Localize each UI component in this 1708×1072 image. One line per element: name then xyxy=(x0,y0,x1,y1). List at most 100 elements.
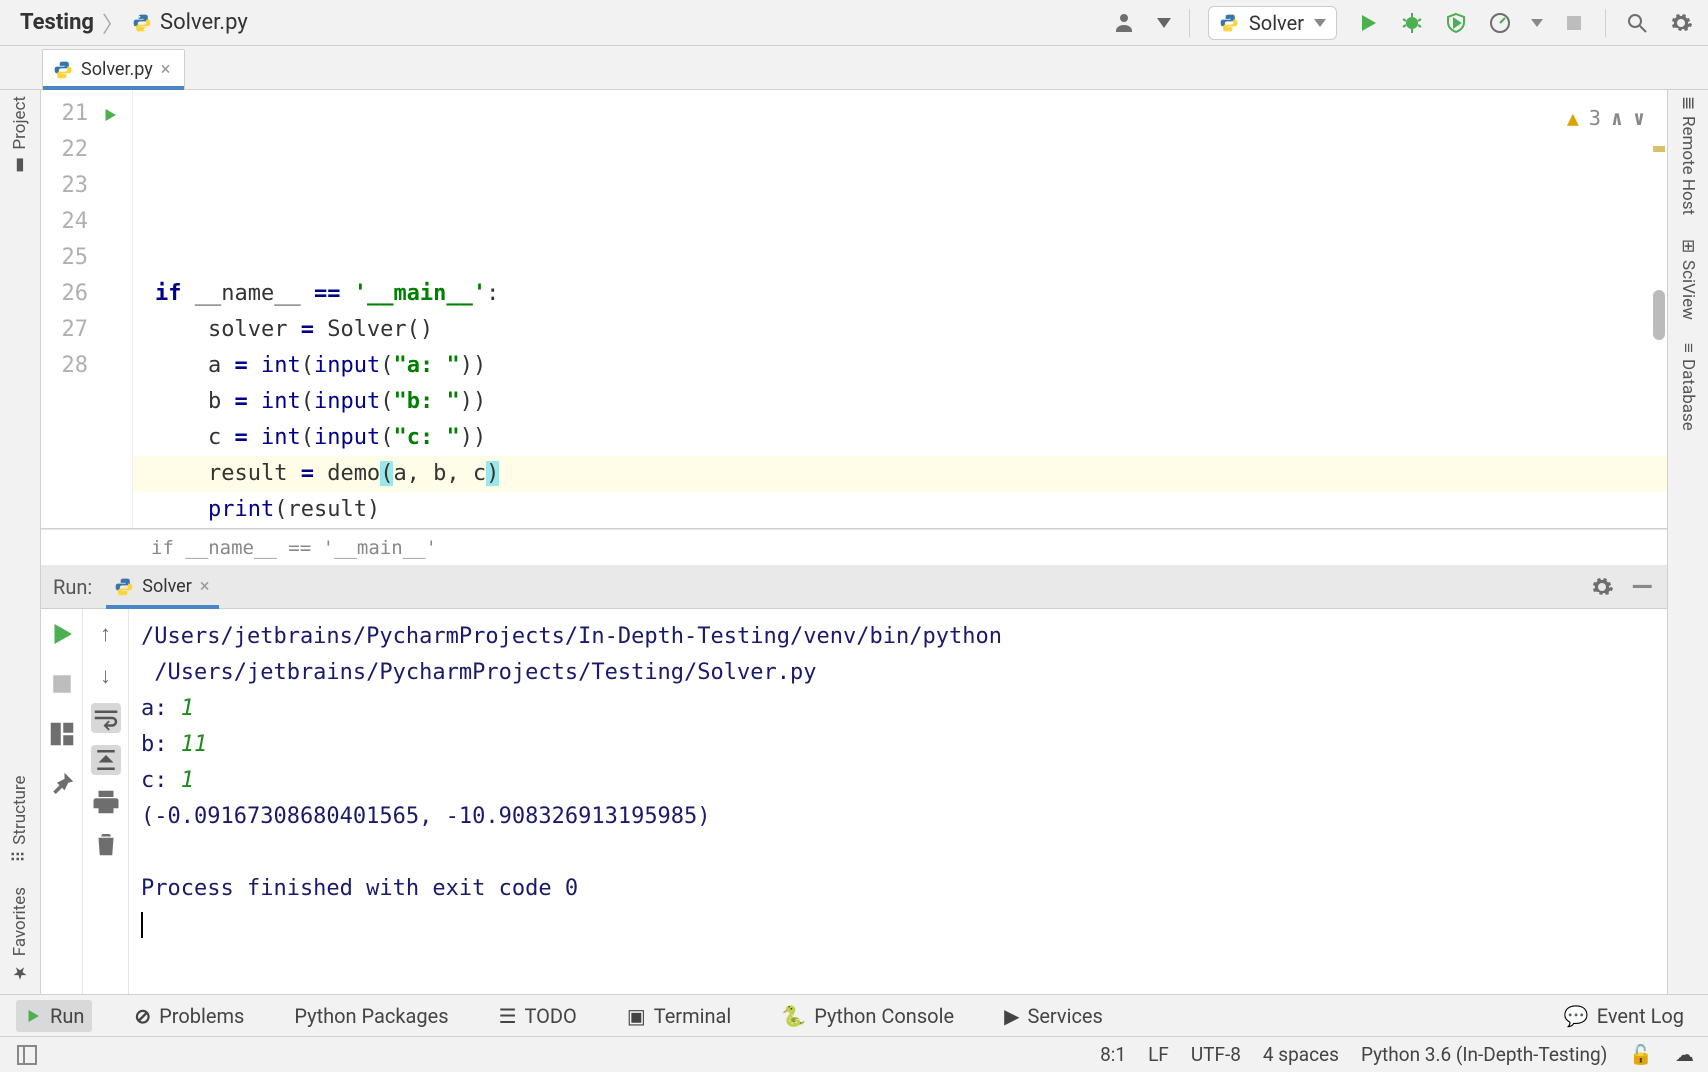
console-a-label: a: xyxy=(141,696,181,721)
gutter-line-number[interactable]: 27 xyxy=(41,312,88,348)
separator xyxy=(1605,9,1606,37)
print-button[interactable] xyxy=(91,787,121,817)
layout-button[interactable] xyxy=(47,719,77,749)
inspections-widget[interactable]: ▲ 3 ∧ ∨ xyxy=(1567,100,1645,136)
sciview-tool-button[interactable]: ⊞ SciView xyxy=(1678,239,1698,319)
settings-button[interactable] xyxy=(1668,10,1694,36)
problems-toolwindow-button[interactable]: ⊘Problems xyxy=(126,1000,252,1032)
gutter-line-number[interactable]: 25 xyxy=(41,240,88,276)
run-settings-button[interactable] xyxy=(1589,574,1615,600)
code-line[interactable]: c = int(input("c: ")) xyxy=(155,420,1667,456)
code-editor[interactable]: 2122232425262728 ▲ 3 ∧ ∨ if __name__ == … xyxy=(41,90,1667,529)
console-c-label: c: xyxy=(141,768,181,793)
terminal-toolwindow-button[interactable]: ▣Terminal xyxy=(619,1000,739,1032)
breadcrumbs-bar[interactable]: if __name__ == '__main__' xyxy=(41,529,1667,565)
python-icon: 🐍 xyxy=(781,1004,806,1028)
gutter-line-number[interactable]: 21 xyxy=(41,96,88,132)
scroll-to-end-button[interactable] xyxy=(91,745,121,775)
indent-settings[interactable]: 4 spaces xyxy=(1263,1043,1339,1066)
code-line[interactable]: print(result) xyxy=(155,492,1667,528)
line-separator[interactable]: LF xyxy=(1148,1043,1169,1066)
search-everywhere-button[interactable] xyxy=(1624,10,1650,36)
prev-highlight-icon[interactable]: ∧ xyxy=(1611,100,1623,136)
run-panel-tab[interactable]: Solver × xyxy=(106,567,219,607)
run-toolwindow-button[interactable]: Run xyxy=(16,1000,92,1032)
run-panel-header: Run: Solver × — xyxy=(41,565,1667,609)
editor-tab-solver[interactable]: Solver.py × xyxy=(42,49,185,89)
ide-status-icon[interactable]: ☁ xyxy=(1675,1043,1694,1066)
code-line[interactable]: if __name__ == '__main__': xyxy=(155,276,1667,312)
code-line[interactable]: a = int(input("a: ")) xyxy=(155,348,1667,384)
coverage-button[interactable] xyxy=(1443,10,1469,36)
run-line-icon[interactable] xyxy=(101,100,119,136)
problems-icon: ⊘ xyxy=(134,1004,151,1028)
caret-position[interactable]: 8:1 xyxy=(1100,1043,1126,1066)
event-log-icon: 💬 xyxy=(1564,1004,1589,1028)
event-log-toolwindow-button[interactable]: 💬 Event Log xyxy=(1556,1000,1692,1032)
scroll-down-button[interactable]: ↓ xyxy=(91,661,121,691)
breadcrumb-project[interactable]: Testing xyxy=(20,10,94,35)
code-crumb[interactable]: if __name__ == '__main__' xyxy=(151,537,437,559)
debug-button[interactable] xyxy=(1399,10,1425,36)
todo-icon: ☰ xyxy=(499,1004,517,1028)
services-toolwindow-button[interactable]: ▶Services xyxy=(996,1000,1111,1032)
remote-host-tool-button[interactable]: ≣ Remote Host xyxy=(1678,96,1698,215)
rerun-button[interactable] xyxy=(47,619,77,649)
user-dropdown-icon[interactable] xyxy=(1157,18,1171,28)
gutter-line-number[interactable]: 22 xyxy=(41,132,88,168)
profile-button[interactable] xyxy=(1487,10,1513,36)
console-a-val: 1 xyxy=(181,696,194,721)
close-tab-icon[interactable]: × xyxy=(161,59,171,80)
toolwindows-quick-access-icon[interactable] xyxy=(14,1042,40,1068)
console-c-val: 1 xyxy=(181,768,194,793)
gutter[interactable]: 2122232425262728 xyxy=(41,90,133,528)
read-only-toggle-icon[interactable]: 🔓 xyxy=(1629,1043,1653,1066)
scroll-up-button[interactable]: ↑ xyxy=(91,619,121,649)
tab-active-indicator xyxy=(106,605,219,609)
code-line[interactable]: result = demo(a, b, c) xyxy=(155,456,1667,492)
right-tool-rail: ≣ Remote Host ⊞ SciView ≡ Database xyxy=(1667,90,1708,994)
project-tool-button[interactable]: ▮ Project xyxy=(10,96,30,176)
run-panel-tab-label: Solver xyxy=(142,576,192,597)
services-icon: ▶ xyxy=(1004,1004,1019,1028)
gutter-line-number[interactable]: 24 xyxy=(41,204,88,240)
console-result: (-0.09167308680401565, -10.9083269131959… xyxy=(141,804,711,829)
soft-wrap-button[interactable] xyxy=(91,703,121,733)
close-run-tab-icon[interactable]: × xyxy=(200,576,210,597)
console-exit: Process finished with exit code 0 xyxy=(141,876,578,901)
gutter-line-number[interactable]: 26 xyxy=(41,276,88,312)
run-panel-title: Run: xyxy=(53,575,92,599)
database-tool-button[interactable]: ≡ Database xyxy=(1678,343,1698,431)
run-tw-label: Run xyxy=(50,1004,84,1028)
eventlog-tw-label: Event Log xyxy=(1597,1004,1684,1028)
gutter-line-number[interactable]: 28 xyxy=(41,348,88,384)
breadcrumb[interactable]: Testing 〉 Solver.py xyxy=(20,7,248,39)
project-tool-label: Project xyxy=(10,96,30,150)
console-cmd-line1: /Users/jetbrains/PycharmProjects/In-Dept… xyxy=(141,624,1002,649)
code-line[interactable]: b = int(input("b: ")) xyxy=(155,384,1667,420)
breadcrumb-file[interactable]: Solver.py xyxy=(160,10,248,35)
pin-button[interactable] xyxy=(47,769,77,799)
console-actions-column: ↑ ↓ xyxy=(83,609,129,994)
file-encoding[interactable]: UTF-8 xyxy=(1191,1043,1241,1066)
navigation-bar: Testing 〉 Solver.py Solver xyxy=(0,0,1708,46)
next-highlight-icon[interactable]: ∨ xyxy=(1633,100,1645,136)
run-button[interactable] xyxy=(1355,10,1381,36)
python-console-toolwindow-button[interactable]: 🐍Python Console xyxy=(773,1000,962,1032)
favorites-tool-button[interactable]: ★ Favorites xyxy=(10,887,30,982)
more-run-dropdown-icon[interactable] xyxy=(1531,19,1543,27)
python-packages-toolwindow-button[interactable]: Python Packages xyxy=(286,1000,456,1032)
structure-tool-button[interactable]: ⠿ Structure xyxy=(10,775,30,863)
gutter-line-number[interactable]: 23 xyxy=(41,168,88,204)
console-b-val: 11 xyxy=(181,732,208,757)
user-icon[interactable] xyxy=(1113,10,1139,36)
code-line[interactable]: solver = Solver() xyxy=(155,312,1667,348)
todo-toolwindow-button[interactable]: ☰TODO xyxy=(491,1000,585,1032)
console-cursor xyxy=(141,912,143,938)
clear-all-button[interactable] xyxy=(91,829,121,859)
console-output[interactable]: /Users/jetbrains/PycharmProjects/In-Dept… xyxy=(129,609,1667,994)
hide-run-panel-button[interactable]: — xyxy=(1629,574,1655,600)
python-interpreter[interactable]: Python 3.6 (In-Depth-Testing) xyxy=(1361,1043,1607,1066)
run-config-selector[interactable]: Solver xyxy=(1208,6,1337,40)
inspection-marker[interactable] xyxy=(1653,146,1665,152)
